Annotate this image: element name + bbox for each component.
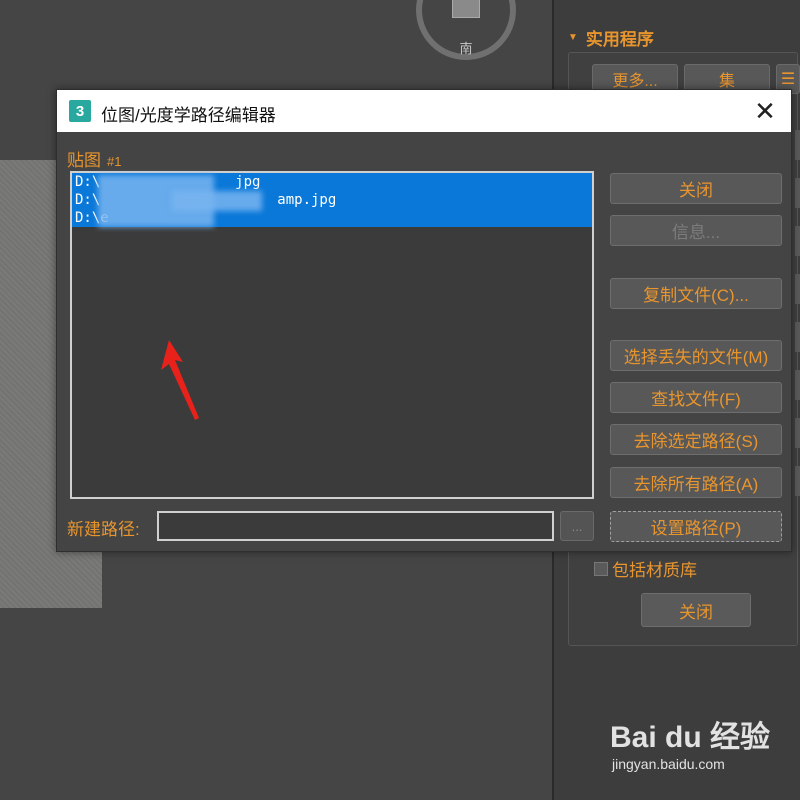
watermark-url: jingyan.baidu.com — [612, 756, 725, 772]
new-path-label: 新建路径: — [67, 520, 140, 539]
strip-all-paths-button[interactable]: 去除所有路径(A) — [610, 467, 782, 498]
include-material-library-label: 包括材质库 — [612, 561, 697, 580]
panel-edge — [795, 370, 800, 400]
panel-edge — [795, 322, 800, 352]
redaction-blur — [172, 191, 262, 211]
panel-edge — [795, 130, 800, 160]
bitmap-path-editor-dialog: 3 位图/光度学路径编辑器 ✕ 贴图 #1 D:\ jpg D:\ amp.jpg… — [56, 89, 792, 552]
panel-edge — [795, 274, 800, 304]
dialog-title: 位图/光度学路径编辑器 — [101, 106, 276, 125]
map-label: 贴图 #1 — [67, 146, 121, 171]
watermark-logo: Bai du 经验 — [610, 721, 771, 754]
new-path-input[interactable] — [157, 511, 554, 541]
baidu-watermark: Bai du 经验 jingyan.baidu.com — [610, 712, 800, 792]
copy-files-button[interactable]: 复制文件(C)... — [610, 278, 782, 309]
panel-edge — [795, 418, 800, 448]
browse-button[interactable]: ... — [560, 511, 594, 541]
panel-edge — [795, 226, 800, 256]
utilities-title: 实用程序 — [585, 29, 654, 49]
include-material-library-row[interactable]: 包括材质库 — [594, 556, 697, 581]
strip-selected-paths-button[interactable]: 去除选定路径(S) — [610, 424, 782, 455]
app-3dsmax-icon: 3 — [69, 100, 91, 122]
panel-close-button[interactable]: 关闭 — [641, 593, 751, 627]
close-button[interactable]: 关闭 — [610, 173, 782, 204]
arrow-annotation-icon — [161, 340, 199, 420]
find-files-button[interactable]: 查找文件(F) — [610, 382, 782, 413]
map-label-text: 贴图 — [67, 151, 101, 170]
dialog-titlebar[interactable]: 3 位图/光度学路径编辑器 ✕ — [57, 90, 791, 132]
path-list[interactable]: D:\ jpg D:\ amp.jpg D:\e — [70, 171, 594, 499]
utilities-rollout-header[interactable]: ▼ 实用程序 — [568, 24, 654, 50]
select-missing-files-button[interactable]: 选择丢失的文件(M) — [610, 340, 782, 371]
include-material-library-checkbox[interactable] — [594, 561, 608, 576]
panel-edge — [795, 178, 800, 208]
viewcube-south-label: 南 — [459, 41, 473, 56]
panel-edge — [795, 466, 800, 496]
viewcube-face[interactable] — [452, 0, 480, 18]
collapse-triangle-icon: ▼ — [568, 31, 578, 43]
set-path-button[interactable]: 设置路径(P) — [610, 511, 782, 542]
map-id: #1 — [107, 154, 122, 169]
info-button[interactable]: 信息... — [610, 215, 782, 246]
close-icon[interactable]: ✕ — [751, 97, 779, 125]
